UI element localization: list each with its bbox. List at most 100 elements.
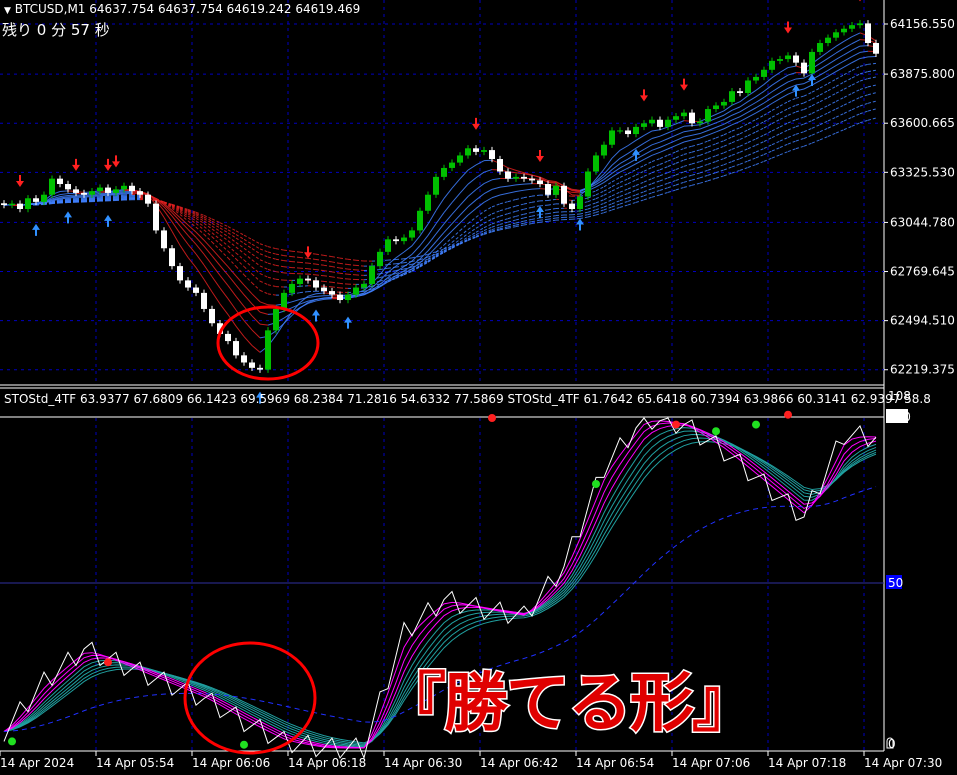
buy-arrow-icon xyxy=(64,211,72,224)
annotation-caption: 『勝てる形』 xyxy=(381,666,758,743)
candle-body xyxy=(329,291,335,295)
indicator-header: STOStd_4TF 63.9377 67.6809 66.1423 69.59… xyxy=(4,392,931,406)
candle-body xyxy=(209,308,215,324)
candle-body xyxy=(233,341,239,356)
candle-body xyxy=(265,330,271,370)
ma-ribbon-segment xyxy=(659,132,669,137)
ma-ribbon-segment xyxy=(595,186,605,192)
ma-ribbon-segment xyxy=(315,269,325,272)
ma-ribbon-segment xyxy=(459,183,469,194)
candle-body xyxy=(873,43,879,54)
ma-ribbon-segment xyxy=(755,154,765,159)
ma-ribbon-segment xyxy=(803,84,813,90)
candle-body xyxy=(745,80,751,93)
ma-ribbon-segment xyxy=(795,131,805,135)
ma-ribbon-segment xyxy=(387,266,397,269)
ma-ribbon-segment xyxy=(467,199,477,208)
ma-ribbon-segment xyxy=(603,186,613,192)
ma-ribbon-segment xyxy=(275,278,285,281)
ma-ribbon-segment xyxy=(259,280,269,286)
ma-ribbon-segment xyxy=(523,188,533,191)
ma-ribbon-segment xyxy=(275,264,285,268)
ma-ribbon-segment xyxy=(243,234,253,240)
ma-ribbon-segment xyxy=(659,187,669,191)
ma-ribbon-segment xyxy=(643,138,653,144)
candle-body xyxy=(41,194,47,202)
ma-ribbon-segment xyxy=(803,79,813,85)
ma-ribbon-segment xyxy=(587,205,597,210)
ma-ribbon-segment xyxy=(331,276,341,279)
candle-body xyxy=(401,237,407,242)
ma-ribbon-segment xyxy=(619,192,629,197)
candle-body xyxy=(417,210,423,231)
ma-ribbon-segment xyxy=(691,137,701,141)
ma-ribbon-segment xyxy=(635,170,645,176)
ma-ribbon-segment xyxy=(411,245,421,255)
candle-body xyxy=(201,292,207,309)
buy-arrow-icon xyxy=(632,148,640,161)
ma-ribbon-segment xyxy=(307,273,317,276)
ma-ribbon-segment xyxy=(723,154,733,159)
ma-ribbon-segment xyxy=(643,130,653,136)
ma-ribbon-segment xyxy=(315,258,325,262)
ma-ribbon-segment xyxy=(443,237,453,246)
ma-ribbon-segment xyxy=(611,176,621,183)
ma-ribbon-segment xyxy=(179,233,189,245)
ma-ribbon-segment xyxy=(603,157,613,170)
ma-ribbon-segment xyxy=(635,199,645,203)
ma-ribbon-segment xyxy=(619,158,629,165)
ma-ribbon-segment xyxy=(507,222,517,226)
ma-ribbon-segment xyxy=(299,256,309,259)
ma-ribbon-segment xyxy=(291,261,301,263)
ma-ribbon-segment xyxy=(635,186,645,191)
ma-ribbon-segment xyxy=(331,256,341,259)
ma-ribbon-segment xyxy=(675,153,685,159)
ma-ribbon-segment xyxy=(707,166,717,171)
ma-ribbon-segment xyxy=(851,96,861,102)
ma-ribbon-segment xyxy=(627,158,637,165)
ma-ribbon-segment xyxy=(747,112,757,118)
ma-ribbon-segment xyxy=(827,101,837,106)
ma-ribbon-segment xyxy=(435,198,445,211)
ma-ribbon-segment xyxy=(403,261,413,264)
ma-ribbon-segment xyxy=(251,293,261,303)
price-tick-label: 63044.780 xyxy=(890,215,955,229)
green-signal-dot xyxy=(712,427,720,436)
sell-arrow-icon xyxy=(104,158,112,171)
ma-ribbon-segment xyxy=(731,145,741,150)
ma-ribbon-segment xyxy=(243,253,253,261)
ma-ribbon-segment xyxy=(547,211,557,215)
ma-ribbon-segment xyxy=(603,176,613,183)
ma-ribbon-segment xyxy=(763,157,773,162)
ma-ribbon-segment xyxy=(219,249,229,259)
ma-ribbon-segment xyxy=(723,161,733,166)
ma-ribbon-segment xyxy=(779,81,789,88)
ma-ribbon-segment xyxy=(699,169,709,174)
ma-ribbon-segment xyxy=(779,114,789,120)
ma-ribbon-segment xyxy=(643,178,653,183)
ma-ribbon-segment xyxy=(403,263,413,267)
ma-ribbon-segment xyxy=(819,90,829,96)
collapse-triangle-icon[interactable]: ▼ xyxy=(4,6,11,16)
ma-ribbon-segment xyxy=(651,180,661,185)
ma-ribbon-segment xyxy=(747,144,757,150)
candle-body xyxy=(673,116,679,120)
ma-ribbon-segment xyxy=(219,287,229,299)
ma-ribbon-segment xyxy=(499,213,509,217)
ma-ribbon-segment xyxy=(211,241,221,251)
ma-ribbon-segment xyxy=(659,182,669,187)
ma-ribbon-segment xyxy=(867,69,877,73)
price-tick-label: 63325.530 xyxy=(890,165,955,179)
ma-ribbon-segment xyxy=(691,172,701,176)
candle-body xyxy=(497,159,503,172)
ma-ribbon-segment xyxy=(219,265,229,276)
ma-ribbon-segment xyxy=(851,113,861,118)
ma-ribbon-segment xyxy=(819,51,829,59)
ma-ribbon-segment xyxy=(843,62,853,68)
time-tick-label: 14 Apr 06:54 xyxy=(576,756,654,770)
ma-ribbon-segment xyxy=(771,112,781,118)
ma-ribbon-segment xyxy=(811,109,821,114)
candle-body xyxy=(785,55,791,60)
ma-ribbon-segment xyxy=(739,148,749,153)
ma-ribbon-segment xyxy=(731,106,741,111)
